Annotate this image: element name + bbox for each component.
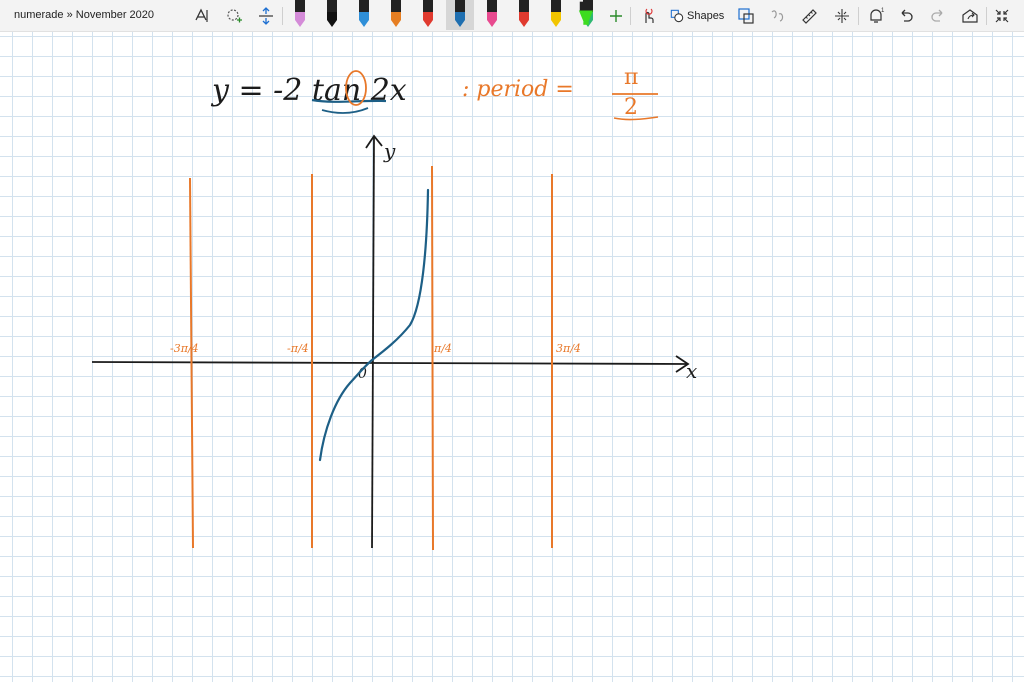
notifications-icon[interactable]: 1 xyxy=(866,6,886,26)
y-axis xyxy=(371,135,375,549)
pen-3[interactable] xyxy=(356,0,372,30)
pen-4[interactable] xyxy=(388,0,404,30)
period-label: : period = xyxy=(462,77,574,102)
period-numerator: π xyxy=(624,65,638,90)
toolbar: numerade » November 2020 Shapes 1 xyxy=(0,0,1024,32)
touch-draw-icon[interactable] xyxy=(638,6,658,26)
pen-icon xyxy=(519,0,529,27)
redo-icon[interactable] xyxy=(928,6,948,26)
highlighter-icon xyxy=(578,1,594,25)
pen-icon xyxy=(455,0,465,27)
highlighter-pen[interactable] xyxy=(578,0,596,30)
pen-1[interactable] xyxy=(292,0,308,30)
x-axis-label: x xyxy=(686,359,697,383)
toolbar-separator xyxy=(630,7,631,25)
pen-9[interactable] xyxy=(548,0,564,30)
share-icon[interactable] xyxy=(960,6,980,26)
drawing-canvas[interactable]: y = -2 tan 2x : period = π 2 y x 0 -3π/4… xyxy=(0,32,1024,682)
pen-icon xyxy=(391,0,401,27)
text-select-icon[interactable] xyxy=(192,6,212,26)
pen-6[interactable] xyxy=(446,0,474,30)
ink-to-math-icon[interactable] xyxy=(768,6,788,26)
svg-text:1: 1 xyxy=(881,8,885,14)
shapes-button[interactable]: Shapes xyxy=(670,7,724,25)
asymptote-label: 3π/4 xyxy=(556,342,581,355)
pen-icon xyxy=(327,0,337,27)
pen-icon xyxy=(359,0,369,27)
ruler-icon[interactable] xyxy=(800,6,820,26)
pen-5[interactable] xyxy=(420,0,436,30)
pen-7[interactable] xyxy=(484,0,500,30)
pen-icon xyxy=(423,0,433,27)
add-space-icon[interactable] xyxy=(256,6,276,26)
x-axis xyxy=(91,361,689,365)
shapes-label: Shapes xyxy=(687,10,725,22)
ink-to-shape-icon[interactable] xyxy=(736,6,756,26)
equation-underline-2 xyxy=(321,107,369,114)
asymptote-label: -π/4 xyxy=(287,342,309,355)
pen-8[interactable] xyxy=(516,0,532,30)
ink-replay-icon[interactable] xyxy=(832,6,852,26)
asymptote-line xyxy=(431,165,434,551)
equation-text: y = -2 tan 2x xyxy=(210,73,407,108)
shapes-icon xyxy=(670,9,684,23)
asymptote-label: π/4 xyxy=(433,342,452,355)
pen-icon xyxy=(551,0,561,27)
asymptote-label: -3π/4 xyxy=(170,342,199,355)
y-axis-label: y xyxy=(383,139,396,163)
toolbar-separator xyxy=(858,7,859,25)
pen-icon xyxy=(487,0,497,27)
breadcrumb[interactable]: numerade » November 2020 xyxy=(14,9,154,21)
toolbar-separator xyxy=(986,7,987,25)
ink-layer: y = -2 tan 2x : period = π 2 y x 0 -3π/4… xyxy=(91,65,697,551)
add-pen-icon[interactable] xyxy=(606,6,626,26)
lasso-select-icon[interactable] xyxy=(224,6,244,26)
collapse-icon[interactable] xyxy=(992,6,1012,26)
pen-icon xyxy=(295,0,305,27)
pen-2[interactable] xyxy=(324,0,340,30)
undo-icon[interactable] xyxy=(896,6,916,26)
period-denominator: 2 xyxy=(624,95,638,120)
toolbar-separator xyxy=(282,7,283,25)
